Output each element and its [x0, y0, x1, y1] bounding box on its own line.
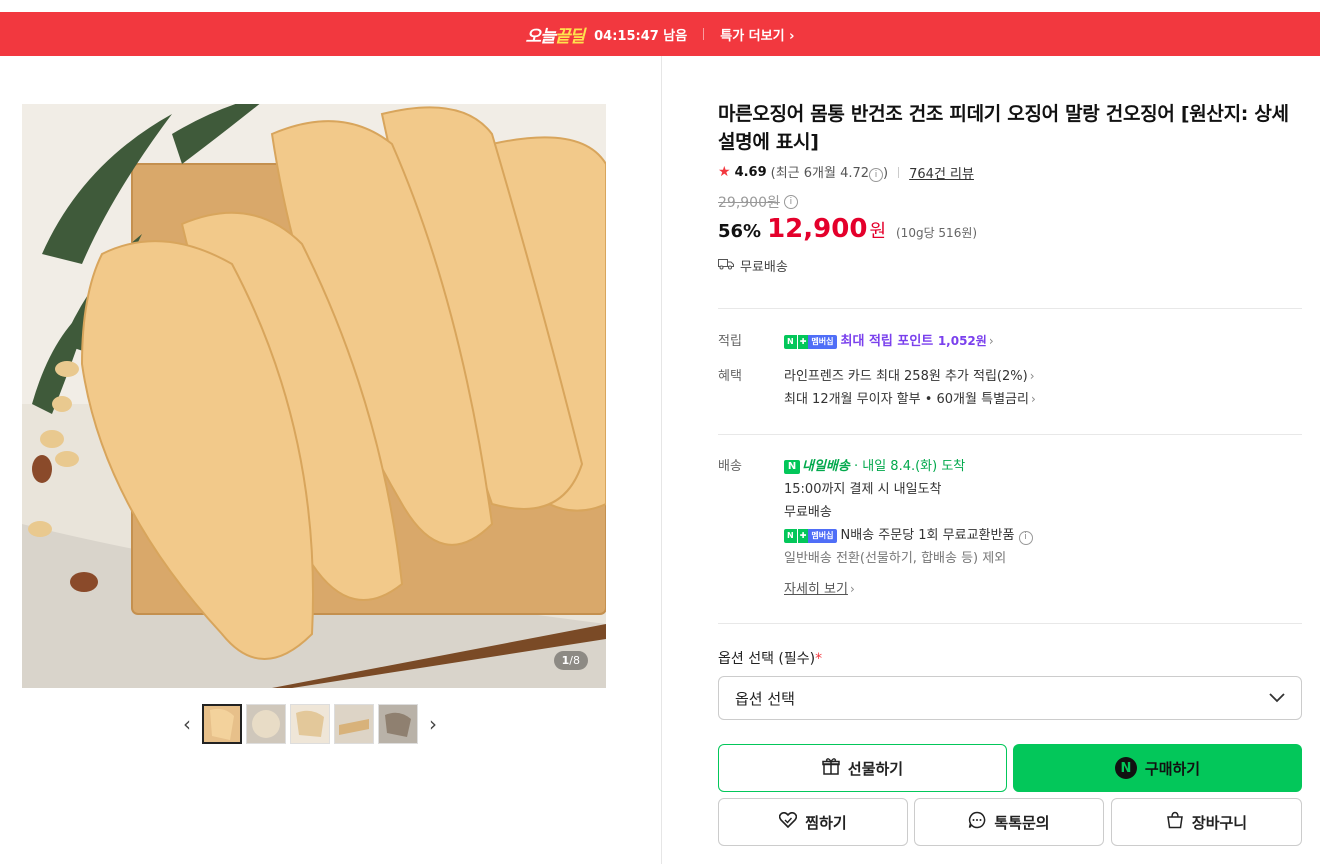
product-main-image[interactable]: 1/8	[22, 104, 606, 688]
divider	[718, 623, 1302, 624]
points-label: 적립	[718, 334, 742, 349]
free-shipping-label: 무료배송	[740, 260, 788, 275]
delivery-row: 배송 N 내일배송 · 내일 8.4.(화) 도착 15:00까지 결제 시 내일…	[718, 455, 1302, 601]
chevron-right-icon: ›	[1029, 369, 1035, 383]
info-icon[interactable]: i	[1018, 530, 1033, 545]
product-title: 마른오징어 몸통 반건조 건조 피데기 오징어 말랑 건오징어 [원산지: 상세…	[718, 103, 1289, 153]
talktalk-inquiry-button[interactable]: 톡톡문의	[914, 798, 1104, 846]
gift-icon	[822, 757, 840, 779]
shipping-info: 무료배송	[718, 256, 1302, 275]
points-link[interactable]: 최대 적립 포인트 1,052원	[841, 334, 987, 349]
benefits-label: 혜택	[718, 369, 742, 384]
divider	[718, 434, 1302, 435]
points-row: 적립 N ✚ 멤버십 최대 적립 포인트 1,052원 ›	[718, 330, 1302, 353]
thumbnail[interactable]	[378, 704, 418, 744]
naver-n-icon: N	[1114, 757, 1137, 779]
buy-button[interactable]: N 구매하기	[1013, 744, 1302, 792]
rating-score: 4.69	[734, 164, 767, 180]
shopping-bag-icon	[1166, 811, 1184, 833]
rating-row: ★ 4.69 (최근 6개월 4.72 i) 764건 리뷰	[718, 162, 1302, 182]
chevron-right-icon[interactable]: ›	[422, 704, 444, 744]
gift-button[interactable]: 선물하기	[718, 744, 1007, 792]
chevron-left-icon[interactable]: ‹	[176, 704, 198, 744]
option-label: 옵션 선택 (필수)*	[718, 651, 823, 667]
image-counter: 1/8	[553, 651, 588, 670]
truck-icon	[718, 258, 734, 274]
info-icon[interactable]: i	[783, 195, 798, 209]
thumbnail-strip: ‹ ›	[176, 704, 444, 744]
delivery-fee: 무료배송	[784, 505, 832, 520]
delivery-exclusion: 일반배송 전환(선물하기, 합배송 등) 제외	[784, 551, 1007, 566]
unit-price: (10g당 516원)	[896, 226, 978, 240]
thumbnail[interactable]	[334, 704, 374, 744]
deal-timer: 04:15:47 남음	[594, 28, 688, 44]
divider	[703, 28, 705, 40]
price-row: 56% 12,900 원 (10g당 516원)	[718, 214, 1302, 244]
product-info: 마른오징어 몸통 반건조 건조 피데기 오징어 말랑 건오징어 [원산지: 상세…	[718, 100, 1302, 275]
points-body: N ✚ 멤버십 최대 적립 포인트 1,052원 ›	[784, 330, 1302, 353]
reviews-link[interactable]: 764건 리뷰	[909, 163, 974, 182]
delivery-cutoff: 15:00까지 결제 시 내일도착	[784, 482, 942, 497]
info-icon[interactable]: i	[869, 168, 884, 182]
return-policy: N ✚ 멤버십 N배송 주문당 1회 무료교환반품 i	[784, 524, 1302, 547]
chevron-down-icon	[1269, 689, 1285, 707]
more-deals-link[interactable]: 특가 더보기 ›	[720, 25, 794, 44]
benefits-row: 혜택 라인프렌즈 카드 최대 258원 추가 적립(2%) › 최대 12개월 무…	[718, 365, 1302, 411]
cart-button[interactable]: 장바구니	[1111, 798, 1302, 846]
price-currency: 원	[869, 221, 886, 242]
benefits-body: 라인프렌즈 카드 최대 258원 추가 적립(2%) › 최대 12개월 무이자 …	[784, 365, 1302, 411]
thumbnail[interactable]	[202, 704, 242, 744]
installment-benefit-link[interactable]: 최대 12개월 무이자 할부 • 60개월 특별금리 ›	[784, 388, 1302, 411]
chat-icon	[968, 811, 986, 833]
divider	[718, 308, 1302, 309]
option-select[interactable]: 옵션 선택	[718, 676, 1302, 720]
deal-logo: 오늘끝딜	[525, 26, 586, 47]
membership-badge: N ✚ 멤버십	[784, 528, 837, 543]
dried-squid-image	[22, 104, 606, 688]
star-icon: ★	[718, 164, 731, 180]
original-price-row: 29,900원 i	[718, 192, 1302, 212]
delivery-body: N 내일배송 · 내일 8.4.(화) 도착 15:00까지 결제 시 내일도착 …	[784, 455, 1302, 601]
rating-recent: (최근 6개월 4.72 i)	[770, 166, 889, 182]
chevron-right-icon: ›	[849, 582, 855, 596]
card-benefit-link[interactable]: 라인프렌즈 카드 최대 258원 추가 적립(2%) ›	[784, 365, 1302, 388]
thumbnail[interactable]	[246, 704, 286, 744]
membership-badge: N ✚ 멤버십	[784, 334, 837, 349]
chevron-right-icon: ›	[1030, 392, 1036, 406]
sale-price: 12,900	[767, 214, 868, 244]
original-price: 29,900원	[718, 195, 780, 211]
divider	[898, 166, 900, 178]
chevron-right-icon: ›	[988, 334, 994, 348]
delivery-details-link[interactable]: 자세히 보기	[784, 582, 848, 597]
delivery-arrival: · 내일 8.4.(화) 도착	[853, 459, 966, 474]
discount-rate: 56%	[718, 221, 762, 242]
option-select-value: 옵션 선택	[735, 689, 795, 708]
delivery-label: 배송	[718, 459, 742, 474]
column-divider	[661, 56, 662, 864]
chevron-right-icon: ›	[789, 28, 795, 44]
wishlist-button[interactable]: 찜하기	[718, 798, 908, 846]
deal-bar: 오늘끝딜 04:15:47 남음 특가 더보기 ›	[0, 12, 1320, 56]
thumbnail[interactable]	[290, 704, 330, 744]
heart-icon	[779, 811, 798, 832]
tomorrow-delivery-badge: N 내일배송	[784, 455, 850, 478]
